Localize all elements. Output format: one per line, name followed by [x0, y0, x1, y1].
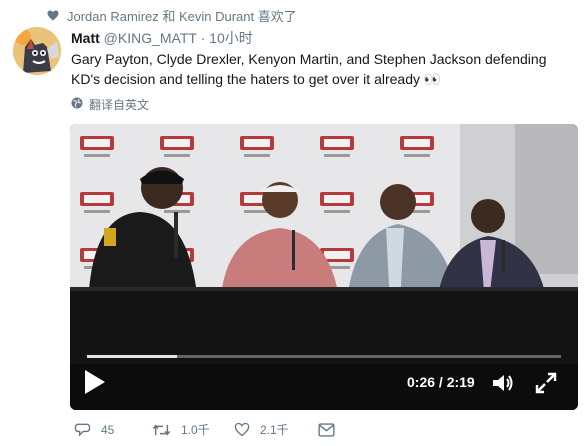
translate-label: 翻译自英文	[89, 98, 150, 112]
retweet-icon	[152, 423, 171, 437]
play-button[interactable]	[82, 368, 108, 396]
video-progress-fill	[87, 355, 178, 358]
video-frame	[70, 124, 578, 410]
social-context: Jordan Ramirez 和 Kevin Durant 喜欢了	[47, 6, 297, 25]
retweet-button[interactable]: 1.0千	[152, 421, 234, 438]
video-time: 0:26 / 2:19	[407, 374, 475, 390]
play-icon	[82, 370, 108, 400]
globe-icon	[71, 97, 83, 112]
direct-message-button[interactable]	[318, 422, 335, 437]
volume-button[interactable]	[491, 371, 515, 395]
display-name[interactable]: Matt	[71, 30, 100, 46]
fullscreen-button[interactable]	[535, 372, 557, 394]
volume-icon	[491, 375, 515, 399]
like-button[interactable]: 2.1千	[234, 421, 318, 438]
translate-link[interactable]: 翻译自英文	[71, 96, 149, 113]
separator-dot: ·	[200, 30, 206, 46]
retweet-count: 1.0千	[181, 423, 210, 437]
fullscreen-icon	[535, 372, 557, 398]
user-handle[interactable]: @KING_MATT	[104, 30, 197, 46]
heart-outline-icon	[234, 422, 250, 437]
video-progress-bar[interactable]	[87, 355, 561, 358]
reply-button[interactable]: 45	[74, 422, 152, 438]
tweet-text: Gary Payton, Clyde Drexler, Kenyon Marti…	[71, 51, 547, 87]
like-count: 2.1千	[260, 423, 289, 437]
video-player[interactable]: 0:26 / 2:19	[70, 124, 578, 410]
liked-by-text[interactable]: Jordan Ramirez 和 Kevin Durant 喜欢了	[67, 6, 297, 25]
tweet-timestamp[interactable]: 10小时	[209, 30, 253, 46]
reply-icon	[74, 422, 91, 438]
direct-message-icon	[318, 422, 335, 437]
tweet-actions: 45 1.0千 2.1千	[74, 421, 335, 438]
reply-count: 45	[101, 422, 115, 437]
heart-icon	[47, 10, 59, 21]
tweet-header: Matt @KING_MATT · 10小时	[71, 28, 253, 48]
avatar[interactable]	[13, 27, 61, 75]
